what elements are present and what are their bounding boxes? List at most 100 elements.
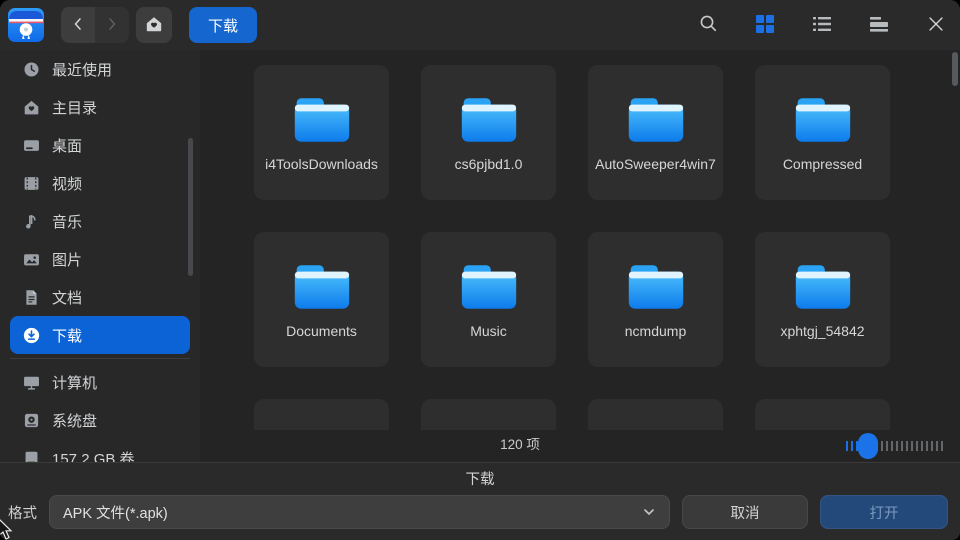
chevron-down-icon — [642, 505, 656, 519]
slider-thumb[interactable] — [858, 433, 878, 459]
sidebar-item-label: 计算机 — [52, 372, 97, 393]
breadcrumb-download[interactable]: 下载 — [189, 7, 257, 43]
sidebar-item-pictures[interactable]: 图片 — [10, 240, 190, 278]
open-button[interactable]: 打开 — [820, 495, 948, 529]
folder-item[interactable]: cs6pjbd1.0 — [421, 65, 556, 200]
sidebar-item-music[interactable]: 音乐 — [10, 202, 190, 240]
sidebar-item-desktop[interactable]: 桌面 — [10, 126, 190, 164]
close-button[interactable] — [926, 15, 946, 35]
forward-button[interactable] — [95, 7, 129, 43]
folder-item-partial[interactable] — [755, 399, 890, 430]
folder-icon — [293, 95, 351, 145]
icon-size-slider[interactable] — [842, 430, 948, 462]
format-select[interactable]: APK 文件(*.apk) — [49, 495, 670, 529]
file-grid-area: i4ToolsDownloads cs6pjbd1.0 AutoSweeper4… — [200, 50, 960, 462]
folder-item[interactable]: AutoSweeper4win7 — [588, 65, 723, 200]
folder-icon — [794, 95, 852, 145]
folder-name: i4ToolsDownloads — [258, 156, 385, 173]
file-manager-app-icon[interactable] — [8, 8, 44, 42]
folder-icon — [460, 95, 518, 145]
folder-item-partial[interactable] — [588, 399, 723, 430]
folder-icon — [293, 262, 351, 312]
sidebar-item-label: 图片 — [52, 249, 82, 270]
content-scrollbar[interactable] — [952, 52, 958, 86]
close-icon — [928, 16, 944, 35]
dialog-title: 下载 — [0, 468, 960, 489]
grid-view-icon — [756, 15, 774, 36]
image-icon — [23, 251, 40, 268]
sidebar-item-documents[interactable]: 文档 — [10, 278, 190, 316]
desktop-icon — [23, 137, 40, 154]
sidebar-item-downloads[interactable]: 下载 — [10, 316, 190, 354]
sidebar-item-label: 最近使用 — [52, 59, 112, 80]
sidebar-item-computer[interactable]: 计算机 — [10, 363, 190, 401]
sidebar-item-recent[interactable]: 最近使用 — [10, 50, 190, 88]
sidebar-item-label: 文档 — [52, 287, 82, 308]
search-icon — [699, 14, 718, 36]
dialog-footer: 下载 格式 APK 文件(*.apk) 取消 打开 — [0, 462, 960, 540]
folder-icon — [794, 262, 852, 312]
folder-item[interactable]: ncmdump — [588, 232, 723, 367]
folder-name: Documents — [279, 323, 364, 340]
dialog-controls: 格式 APK 文件(*.apk) 取消 打开 — [8, 495, 948, 529]
chevron-left-icon — [70, 16, 86, 35]
folder-name: Compressed — [776, 156, 869, 173]
search-button[interactable] — [698, 15, 718, 35]
cancel-button[interactable]: 取消 — [682, 495, 808, 529]
sidebar-item-videos[interactable]: 视频 — [10, 164, 190, 202]
folder-item-partial[interactable] — [254, 399, 389, 430]
folder-icon — [460, 262, 518, 312]
film-icon — [23, 175, 40, 192]
grid-view-button[interactable] — [755, 15, 775, 35]
folder-item[interactable]: xphtgj_54842 — [755, 232, 890, 367]
folder-name: cs6pjbd1.0 — [448, 156, 530, 173]
folder-item[interactable]: Music — [421, 232, 556, 367]
sidebar-item-label: 157.2 GB 卷 — [52, 448, 135, 463]
chevron-right-icon — [104, 16, 120, 35]
download-icon — [23, 327, 40, 344]
list-view-button[interactable] — [812, 15, 832, 35]
folder-name: xphtgj_54842 — [773, 323, 871, 340]
document-icon — [23, 289, 40, 306]
sidebar-scrollbar[interactable] — [188, 138, 193, 276]
list-view-icon — [813, 15, 831, 36]
music-note-icon — [23, 213, 40, 230]
clock-icon — [23, 61, 40, 78]
folder-item[interactable]: Documents — [254, 232, 389, 367]
sidebar-item-system-disk[interactable]: 系统盘 — [10, 401, 190, 439]
folder-icon — [627, 95, 685, 145]
folder-name: Music — [463, 323, 514, 340]
sidebar-separator — [10, 358, 190, 359]
sidebar-item-label: 音乐 — [52, 211, 82, 232]
navigation-buttons — [61, 7, 129, 43]
status-bar: 120 项 — [200, 430, 960, 462]
folder-item[interactable]: i4ToolsDownloads — [254, 65, 389, 200]
sidebar-item-home[interactable]: 主目录 — [10, 88, 190, 126]
folder-icon — [627, 262, 685, 312]
format-value: APK 文件(*.apk) — [63, 502, 168, 523]
sidebar-item-label: 桌面 — [52, 135, 82, 156]
home-button[interactable] — [136, 7, 172, 43]
sidebar-item-label: 主目录 — [52, 97, 97, 118]
detail-view-button[interactable] — [869, 15, 889, 35]
sidebar-item-label: 下载 — [52, 325, 82, 346]
computer-icon — [23, 374, 40, 391]
folder-item-partial[interactable] — [421, 399, 556, 430]
folder-grid: i4ToolsDownloads cs6pjbd1.0 AutoSweeper4… — [200, 50, 960, 430]
sidebar-item-volume[interactable]: 157.2 GB 卷 — [10, 439, 190, 462]
format-label: 格式 — [8, 502, 37, 523]
detail-view-icon — [870, 15, 888, 36]
sidebar: 最近使用 主目录 桌面 视频 — [0, 50, 200, 462]
back-button[interactable] — [61, 7, 95, 43]
home-icon — [23, 99, 40, 116]
volume-icon — [23, 450, 40, 463]
titlebar-actions — [698, 15, 946, 35]
disk-icon — [23, 412, 40, 429]
sidebar-item-label: 视频 — [52, 173, 82, 194]
item-count: 120 项 — [200, 430, 840, 462]
folder-name: ncmdump — [618, 323, 693, 340]
file-manager-window: 下载 — [0, 0, 960, 540]
folder-item[interactable]: Compressed — [755, 65, 890, 200]
folder-name: AutoSweeper4win7 — [588, 156, 723, 173]
titlebar: 下载 — [0, 0, 960, 50]
